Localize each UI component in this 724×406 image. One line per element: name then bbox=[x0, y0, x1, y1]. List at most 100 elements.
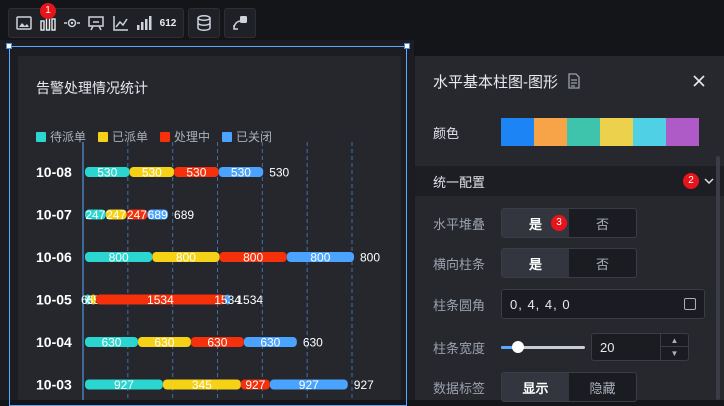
slider-knob[interactable] bbox=[511, 341, 524, 353]
eye-icon[interactable] bbox=[60, 11, 84, 35]
color-row: 颜色 bbox=[415, 118, 724, 146]
bar-chart-icon[interactable]: 1 bbox=[36, 3, 60, 35]
data-label-5-0: 927 bbox=[114, 378, 134, 392]
data-label-2-2: 800 bbox=[243, 251, 263, 265]
resize-handle-top-left[interactable] bbox=[6, 43, 12, 49]
stepper-down-icon[interactable]: ▼ bbox=[661, 347, 688, 360]
section-label: 统一配置 bbox=[433, 174, 486, 190]
total-label-2: 800 bbox=[360, 251, 380, 265]
expand-square-icon[interactable] bbox=[684, 298, 696, 310]
stack-row: 水平堆叠 是 3 否 bbox=[415, 208, 724, 238]
number-icon-text: 612 bbox=[159, 17, 177, 29]
datalabel-show-option[interactable]: 显示 bbox=[502, 373, 569, 401]
toolbar-group-charts: 1 612 bbox=[8, 3, 184, 38]
color-swatch-1[interactable] bbox=[534, 118, 567, 146]
horizontal-no-option[interactable]: 否 bbox=[569, 249, 636, 277]
total-label-1: 689 bbox=[174, 208, 194, 222]
bar-chart: 10-08 530 530 530 530 53010-07 247 247 247 689 689… bbox=[36, 142, 380, 400]
color-swatch-4[interactable] bbox=[633, 118, 666, 146]
horizontal-yes-option[interactable]: 是 bbox=[502, 249, 569, 277]
stack-yes-text: 是 bbox=[528, 216, 542, 232]
stack-no-option[interactable]: 否 bbox=[569, 209, 636, 237]
document-icon[interactable] bbox=[566, 73, 582, 89]
interaction-icon[interactable] bbox=[228, 11, 252, 35]
resize-handle-top-right[interactable] bbox=[404, 43, 410, 49]
data-label-5-1: 345 bbox=[192, 378, 212, 392]
width-stepper[interactable]: ▲ ▼ bbox=[660, 334, 688, 360]
image-icon[interactable] bbox=[12, 11, 36, 35]
color-swatch-2[interactable] bbox=[567, 118, 600, 146]
data-label-3-2: 1534 bbox=[147, 293, 174, 307]
total-label-3: 1534 bbox=[236, 293, 263, 307]
category-label-1: 10-07 bbox=[36, 207, 72, 223]
data-label-4-0: 630 bbox=[101, 336, 121, 350]
data-label-5-3: 927 bbox=[299, 378, 319, 392]
data-label-2-0: 800 bbox=[109, 251, 129, 265]
category-label-4: 10-04 bbox=[36, 334, 72, 350]
horizontal-toggle[interactable]: 是 否 bbox=[501, 248, 637, 278]
chart-card[interactable]: 告警处理情况统计 待派单 已派单 处理中 已关闭 10-08 530 530 530 5… bbox=[18, 56, 401, 400]
color-swatch-5[interactable] bbox=[666, 118, 699, 146]
stack-yes-option[interactable]: 是 3 bbox=[502, 209, 569, 237]
toolbar-group-data bbox=[188, 8, 220, 38]
radius-input[interactable]: 0, 4, 4, 0 bbox=[501, 289, 705, 319]
panel-scrollbar[interactable] bbox=[716, 156, 720, 400]
data-label-0-3: 530 bbox=[231, 166, 251, 180]
stack-step-badge: 3 bbox=[551, 215, 567, 231]
chat-chart-icon[interactable] bbox=[84, 11, 108, 35]
data-label-2-1: 800 bbox=[176, 251, 196, 265]
section-unified-config[interactable]: 统一配置 2 bbox=[415, 166, 724, 196]
data-label-2-3: 800 bbox=[310, 251, 330, 265]
panel-title: 水平基本柱图-图形 bbox=[433, 73, 558, 91]
data-label-0-1: 530 bbox=[142, 166, 162, 180]
data-label-1-0: 247 bbox=[85, 208, 105, 222]
data-label-1-3: 689 bbox=[148, 208, 168, 222]
datalabel-hide-option[interactable]: 隐藏 bbox=[569, 373, 636, 401]
property-panel: 水平基本柱图-图形 颜色 统一配置 2 水平堆叠 是 3 否 横向柱条 是 否 … bbox=[414, 56, 724, 402]
width-label: 柱条宽度 bbox=[433, 340, 486, 356]
radius-value: 0, 4, 4, 0 bbox=[510, 296, 571, 312]
color-label: 颜色 bbox=[433, 125, 460, 141]
category-label-5: 10-03 bbox=[36, 377, 72, 393]
datalabel-toggle[interactable]: 显示 隐藏 bbox=[501, 372, 637, 402]
data-label-1-2: 247 bbox=[127, 208, 147, 222]
category-label-2: 10-06 bbox=[36, 249, 72, 265]
width-row: 柱条宽度 20 ▲ ▼ bbox=[415, 333, 724, 361]
toolbar-group-interaction bbox=[224, 8, 256, 38]
datalabel-row: 数据标签 显示 隐藏 bbox=[415, 372, 724, 402]
line-axis-icon[interactable] bbox=[108, 11, 132, 35]
stack-toggle[interactable]: 是 3 否 bbox=[501, 208, 637, 238]
width-slider[interactable] bbox=[501, 339, 585, 355]
horizontal-row: 横向柱条 是 否 bbox=[415, 248, 724, 278]
chevron-down-icon[interactable] bbox=[703, 175, 715, 187]
data-label-5-2: 927 bbox=[245, 378, 265, 392]
datalabel-label: 数据标签 bbox=[433, 380, 486, 396]
total-label-0: 530 bbox=[269, 166, 289, 180]
total-label-5: 927 bbox=[354, 378, 374, 392]
number-icon[interactable]: 612 bbox=[156, 11, 180, 35]
stack-label: 水平堆叠 bbox=[433, 216, 486, 232]
toolbar: 1 612 bbox=[8, 3, 256, 40]
data-label-4-1: 630 bbox=[154, 336, 174, 350]
color-swatch-0[interactable] bbox=[501, 118, 534, 146]
data-label-1-1: 247 bbox=[106, 208, 126, 222]
radius-label: 柱条圆角 bbox=[433, 297, 486, 313]
toolbar-step-badge: 1 bbox=[40, 3, 56, 19]
stepper-up-icon[interactable]: ▲ bbox=[661, 334, 688, 347]
width-number-input[interactable]: 20 ▲ ▼ bbox=[591, 333, 689, 361]
category-label-0: 10-08 bbox=[36, 164, 72, 180]
section-step-badge: 2 bbox=[683, 173, 699, 189]
close-icon[interactable] bbox=[692, 74, 706, 88]
color-palette[interactable] bbox=[501, 118, 699, 146]
data-label-4-2: 630 bbox=[207, 336, 227, 350]
panel-header: 水平基本柱图-图形 bbox=[415, 56, 724, 106]
database-icon[interactable] bbox=[192, 11, 216, 35]
color-swatch-3[interactable] bbox=[600, 118, 633, 146]
data-label-4-3: 630 bbox=[260, 336, 280, 350]
signal-bars-icon[interactable] bbox=[132, 11, 156, 35]
radius-row: 柱条圆角 0, 4, 4, 0 bbox=[415, 289, 724, 319]
data-label-0-0: 530 bbox=[97, 166, 117, 180]
horizontal-label: 横向柱条 bbox=[433, 256, 486, 272]
total-label-4: 630 bbox=[303, 336, 323, 350]
width-value: 20 bbox=[600, 339, 615, 355]
